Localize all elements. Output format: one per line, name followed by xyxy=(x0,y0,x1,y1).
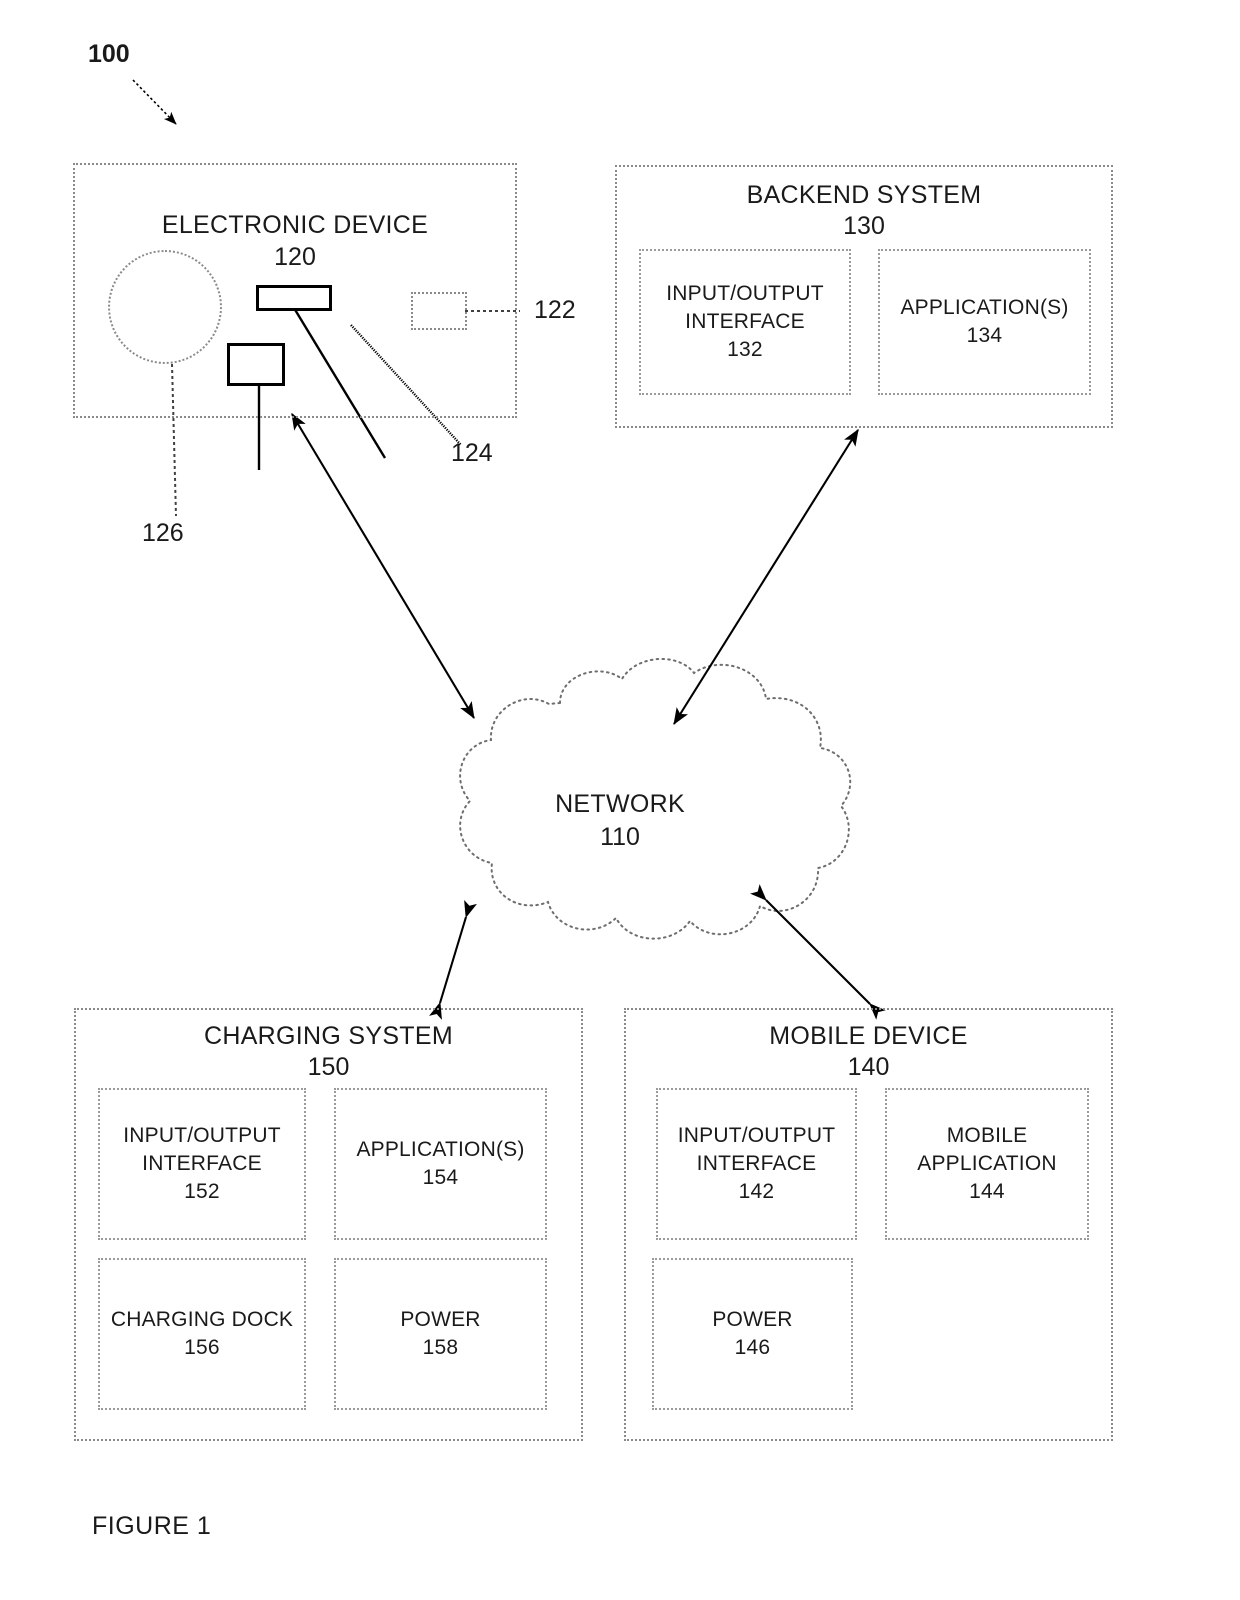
connector-backend-system-network xyxy=(673,428,859,725)
charging-dock-box[interactable]: CHARGING DOCK 156 xyxy=(98,1258,306,1410)
charging-power-ref: 158 xyxy=(422,1336,459,1359)
charging-io-interface-box[interactable]: INPUT/OUTPUT INTERFACE 152 xyxy=(98,1088,306,1240)
mobile-application-label-line1: MOBILE xyxy=(946,1124,1028,1148)
charging-system-box[interactable]: CHARGING SYSTEM 150 INPUT/OUTPUT INTERFA… xyxy=(74,1008,583,1441)
device-display-module xyxy=(256,285,332,311)
mobile-application-box[interactable]: MOBILE APPLICATION 144 xyxy=(885,1088,1089,1240)
mobile-device-box[interactable]: MOBILE DEVICE 140 INPUT/OUTPUT INTERFACE… xyxy=(624,1008,1113,1441)
mobile-device-title: MOBILE DEVICE xyxy=(769,1022,968,1050)
device-enclosure-circle xyxy=(108,250,222,364)
charging-io-interface-label-line2: INTERFACE xyxy=(142,1152,262,1176)
figure-caption: FIGURE 1 xyxy=(92,1512,212,1540)
callout-ref-126: 126 xyxy=(142,519,184,547)
callout-ref-122: 122 xyxy=(534,296,576,324)
backend-io-interface-label-line1: INPUT/OUTPUT xyxy=(666,282,824,306)
connector-mobile-device-network xyxy=(750,884,886,1020)
backend-system-ref: 130 xyxy=(843,212,885,240)
mobile-io-interface-box[interactable]: INPUT/OUTPUT INTERFACE 142 xyxy=(656,1088,857,1240)
mobile-power-box[interactable]: POWER 146 xyxy=(652,1258,853,1410)
backend-applications-box[interactable]: APPLICATION(S) 134 xyxy=(878,249,1091,395)
device-sensor-module xyxy=(411,292,467,330)
system-ref-leader xyxy=(132,79,177,125)
backend-io-interface-box[interactable]: INPUT/OUTPUT INTERFACE 132 xyxy=(639,249,851,395)
system-reference-number: 100 xyxy=(88,40,130,68)
network-title: NETWORK xyxy=(555,790,685,818)
charging-io-interface-ref: 152 xyxy=(184,1179,220,1203)
charging-dock-ref: 156 xyxy=(184,1336,220,1359)
charging-applications-box[interactable]: APPLICATION(S) 154 xyxy=(334,1088,547,1240)
patent-figure-page: 100 ELECTRONIC DEVICE 120 122 124 126 BA… xyxy=(0,0,1240,1600)
charging-dock-label-line1: CHARGING DOCK xyxy=(110,1308,294,1332)
backend-applications-ref: 134 xyxy=(966,324,1003,347)
charging-power-label-line1: POWER xyxy=(400,1308,481,1332)
mobile-application-label-line2: APPLICATION xyxy=(917,1152,1057,1176)
charging-io-interface-label-line1: INPUT/OUTPUT xyxy=(123,1124,281,1148)
backend-system-title: BACKEND SYSTEM xyxy=(746,181,982,209)
backend-applications-label-line1: APPLICATION(S) xyxy=(900,296,1069,320)
electronic-device-title: ELECTRONIC DEVICE xyxy=(161,211,429,239)
charging-system-ref: 150 xyxy=(307,1053,350,1081)
connector-charging-system-network xyxy=(429,899,477,1020)
connector-electronic-device-network xyxy=(291,412,475,719)
mobile-io-interface-label-line1: INPUT/OUTPUT xyxy=(677,1124,836,1148)
backend-io-interface-label-line2: INTERFACE xyxy=(685,310,805,334)
electronic-device-ref: 120 xyxy=(274,243,316,271)
backend-io-interface-ref: 132 xyxy=(727,337,763,361)
charging-system-title: CHARGING SYSTEM xyxy=(204,1022,453,1050)
callout-ref-124: 124 xyxy=(451,439,493,467)
charging-power-box[interactable]: POWER 158 xyxy=(334,1258,547,1410)
mobile-application-ref: 144 xyxy=(969,1179,1005,1203)
mobile-io-interface-label-line2: INTERFACE xyxy=(696,1152,817,1176)
network-ref: 110 xyxy=(600,823,640,851)
charging-applications-label-line1: APPLICATION(S) xyxy=(356,1138,525,1162)
mobile-power-ref: 146 xyxy=(734,1336,771,1359)
mobile-io-interface-ref: 142 xyxy=(738,1179,775,1203)
backend-system-box[interactable]: BACKEND SYSTEM 130 INPUT/OUTPUT INTERFAC… xyxy=(615,165,1113,428)
device-connector-module xyxy=(227,343,285,386)
mobile-device-ref: 140 xyxy=(847,1053,890,1081)
mobile-power-label-line1: POWER xyxy=(712,1308,793,1332)
charging-applications-ref: 154 xyxy=(422,1166,459,1189)
